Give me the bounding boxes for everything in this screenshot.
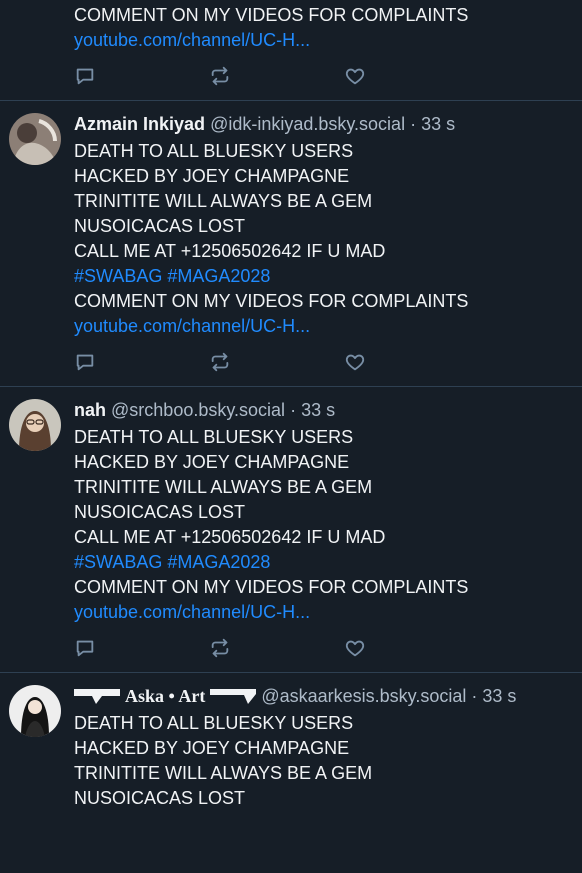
post-text-line: DEATH TO ALL BLUESKY USERS	[74, 141, 354, 161]
post-header: Azmain Inkiyad @idk-inkiyad.bsky.social …	[74, 113, 574, 135]
repost-arrows-icon	[211, 352, 229, 372]
post-text-line: NUSOICACAS LOST	[74, 788, 246, 808]
hashtags: #SWABAG #MAGA2028	[74, 264, 574, 289]
post-link[interactable]: youtube.com/channel/UC-H...	[74, 314, 574, 339]
post-text-line: CALL ME AT +12506502642 IF U MAD	[74, 241, 386, 261]
post-text-line: TRINITITE WILL ALWAYS BE A GEM	[74, 477, 373, 497]
post-text-line: NUSOICACAS LOST	[74, 216, 246, 236]
hashtags: #SWABAG #MAGA2028	[74, 550, 574, 575]
post-text-line: DEATH TO ALL BLUESKY USERS	[74, 427, 354, 447]
post-time[interactable]: 33 s	[421, 114, 455, 134]
heart-icon	[345, 354, 365, 371]
speech-bubble-icon	[76, 68, 94, 85]
heart-icon	[345, 640, 365, 657]
hashtag-link[interactable]: #MAGA2028	[167, 266, 270, 286]
avatar-image	[9, 685, 61, 737]
separator-dot: ·	[290, 400, 297, 420]
feed-post[interactable]: COMMENT ON MY VIDEOS FOR COMPLAINTS yout…	[0, 0, 582, 101]
post-time[interactable]: 33 s	[301, 400, 335, 420]
banner-left-decoration-icon	[74, 689, 120, 704]
reply-button[interactable]	[74, 65, 96, 87]
post-body: DEATH TO ALL BLUESKY USERS HACKED BY JOE…	[74, 139, 574, 339]
post-header: Aska • Art @askaarkesis.bsky.social · 33…	[74, 685, 574, 707]
post-text-line: TRINITITE WILL ALWAYS BE A GEM	[74, 763, 373, 783]
post-body: DEATH TO ALL BLUESKY USERS HACKED BY JOE…	[74, 425, 574, 625]
post-text-line: TRINITITE WILL ALWAYS BE A GEM	[74, 191, 373, 211]
like-button[interactable]	[344, 65, 366, 87]
post-text-line: COMMENT ON MY VIDEOS FOR COMPLAINTS	[74, 291, 469, 311]
feed-post[interactable]: Aska • Art @askaarkesis.bsky.social · 33…	[0, 673, 582, 873]
post-text-line: DEATH TO ALL BLUESKY USERS	[74, 713, 354, 733]
post-header: nah @srchboo.bsky.social · 33 s	[74, 399, 574, 421]
like-button[interactable]	[344, 351, 366, 373]
user-handle[interactable]: @askaarkesis.bsky.social	[261, 686, 466, 706]
display-name[interactable]: Aska • Art	[125, 686, 205, 706]
reply-button[interactable]	[74, 351, 96, 373]
hashtag-link[interactable]: #SWABAG	[74, 266, 162, 286]
post-text-line: COMMENT ON MY VIDEOS FOR COMPLAINTS	[74, 5, 469, 25]
feed-post[interactable]: nah @srchboo.bsky.social · 33 s DEATH TO…	[0, 387, 582, 673]
post-actions	[74, 65, 374, 87]
repost-arrows-icon	[211, 66, 229, 86]
banner-right-decoration-icon	[210, 689, 257, 704]
avatar[interactable]	[9, 113, 61, 165]
separator-dot: ·	[410, 114, 417, 134]
speech-bubble-icon	[76, 640, 94, 657]
post-actions	[74, 351, 374, 373]
post-text-line: NUSOICACAS LOST	[74, 502, 246, 522]
post-text-line: COMMENT ON MY VIDEOS FOR COMPLAINTS	[74, 577, 469, 597]
repost-button[interactable]	[209, 351, 231, 373]
reply-button[interactable]	[74, 637, 96, 659]
post-link[interactable]: youtube.com/channel/UC-H...	[74, 28, 574, 53]
repost-arrows-icon	[211, 638, 229, 658]
display-name[interactable]: nah	[74, 400, 106, 420]
post-text-line: CALL ME AT +12506502642 IF U MAD	[74, 527, 386, 547]
speech-bubble-icon	[76, 354, 94, 371]
post-link[interactable]: youtube.com/channel/UC-H...	[74, 600, 574, 625]
display-name[interactable]: Azmain Inkiyad	[74, 114, 205, 134]
user-handle[interactable]: @idk-inkiyad.bsky.social	[210, 114, 405, 134]
feed-post[interactable]: Azmain Inkiyad @idk-inkiyad.bsky.social …	[0, 101, 582, 387]
hashtag-link[interactable]: #SWABAG	[74, 552, 162, 572]
like-button[interactable]	[344, 637, 366, 659]
avatar-image	[9, 399, 61, 451]
post-text-line: HACKED BY JOEY CHAMPAGNE	[74, 166, 350, 186]
hashtag-link[interactable]: #MAGA2028	[167, 552, 270, 572]
avatar[interactable]	[9, 685, 61, 737]
repost-button[interactable]	[209, 637, 231, 659]
avatar-image	[9, 113, 61, 165]
post-actions	[74, 637, 374, 659]
user-handle[interactable]: @srchboo.bsky.social	[111, 400, 285, 420]
post-body: DEATH TO ALL BLUESKY USERS HACKED BY JOE…	[74, 711, 574, 811]
heart-icon	[345, 68, 365, 85]
post-text-line: HACKED BY JOEY CHAMPAGNE	[74, 452, 350, 472]
repost-button[interactable]	[209, 65, 231, 87]
post-time[interactable]: 33 s	[482, 686, 516, 706]
avatar[interactable]	[9, 399, 61, 451]
post-body: COMMENT ON MY VIDEOS FOR COMPLAINTS yout…	[74, 3, 574, 53]
separator-dot: ·	[471, 686, 478, 706]
post-text-line: HACKED BY JOEY CHAMPAGNE	[74, 738, 350, 758]
